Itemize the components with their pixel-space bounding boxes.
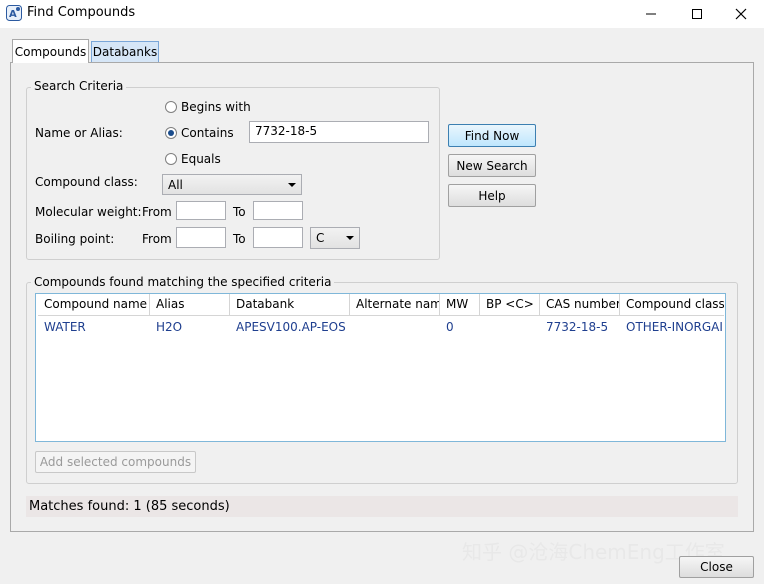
app-icon: A xyxy=(6,5,22,21)
add-selected-compounds-button[interactable]: Add selected compounds xyxy=(35,451,196,473)
cell-compound-name: WATER xyxy=(44,320,86,334)
cell-mw: 0 xyxy=(446,320,454,334)
maximize-icon xyxy=(692,9,702,19)
column-header-compound-class[interactable]: Compound class xyxy=(620,294,724,316)
bp-to-input[interactable] xyxy=(253,227,303,248)
tab-compounds[interactable]: Compounds xyxy=(12,39,89,63)
compound-class-label: Compound class: xyxy=(35,175,138,189)
status-bar: Matches found: 1 (85 seconds) xyxy=(26,496,738,517)
column-header-databank[interactable]: Databank xyxy=(230,294,350,316)
results-legend: Compounds found matching the specified c… xyxy=(31,275,335,289)
name-or-alias-label: Name or Alias: xyxy=(35,126,123,140)
bp-from-input[interactable] xyxy=(176,227,226,248)
minimize-icon xyxy=(646,13,656,15)
maximize-button[interactable] xyxy=(674,0,720,28)
radio-contains-label: Contains xyxy=(181,126,234,140)
radio-selected-dot xyxy=(168,130,174,136)
radio-begins-with[interactable] xyxy=(165,101,177,113)
compound-class-value: All xyxy=(168,178,183,192)
column-header-mw[interactable]: MW xyxy=(440,294,480,316)
search-criteria-legend: Search Criteria xyxy=(31,79,127,93)
new-search-button[interactable]: New Search xyxy=(448,154,536,177)
mw-from-input[interactable] xyxy=(176,201,226,220)
bp-unit-value: C xyxy=(316,231,325,245)
molecular-weight-label: Molecular weight: xyxy=(35,205,142,219)
cell-databank: APESV100.AP-EOS xyxy=(236,320,346,334)
column-header-bp[interactable]: BP <C> xyxy=(480,294,540,316)
radio-equals[interactable] xyxy=(165,153,177,165)
close-button[interactable]: Close xyxy=(679,556,754,578)
column-header-alias[interactable]: Alias xyxy=(150,294,230,316)
results-grid[interactable]: Compound name Alias Databank Alternate n… xyxy=(35,293,726,442)
bp-to-label: To xyxy=(233,232,246,246)
cell-alternate-name xyxy=(350,318,440,338)
mw-from-label: From xyxy=(142,205,172,219)
name-search-input[interactable]: 7732-18-5 xyxy=(249,121,429,143)
cell-compound-class: OTHER-INORGAI xyxy=(626,320,723,334)
find-now-button[interactable]: Find Now xyxy=(448,124,536,147)
chevron-down-icon xyxy=(346,236,354,240)
mw-to-label: To xyxy=(233,205,246,219)
radio-equals-label: Equals xyxy=(181,152,221,166)
compound-class-select[interactable]: All xyxy=(162,174,302,195)
close-icon xyxy=(735,8,747,20)
close-window-button[interactable] xyxy=(718,0,764,28)
title-bar: A Find Compounds xyxy=(0,0,764,28)
cell-alias: H2O xyxy=(156,320,183,334)
tab-databanks[interactable]: Databanks xyxy=(91,41,159,62)
mw-to-input[interactable] xyxy=(253,201,303,220)
bp-unit-select[interactable]: C xyxy=(310,227,360,249)
help-button[interactable]: Help xyxy=(448,184,536,207)
minimize-button[interactable] xyxy=(628,0,674,28)
chevron-down-icon xyxy=(288,183,296,187)
window-title: Find Compounds xyxy=(27,5,136,20)
boiling-point-label: Boiling point: xyxy=(35,232,115,246)
column-header-cas-number[interactable]: CAS number xyxy=(540,294,620,316)
bp-from-label: From xyxy=(142,232,172,246)
radio-begins-with-label: Begins with xyxy=(181,100,251,114)
svg-text:A: A xyxy=(9,9,17,20)
cell-bp xyxy=(480,318,540,338)
cell-cas-number: 7732-18-5 xyxy=(546,320,609,334)
radio-contains[interactable] xyxy=(165,127,177,139)
table-row[interactable]: WATER H2O APESV100.AP-EOS 0 7732-18-5 OT… xyxy=(38,316,724,338)
column-header-compound-name[interactable]: Compound name xyxy=(38,294,150,316)
column-header-alternate-name[interactable]: Alternate name xyxy=(350,294,440,316)
